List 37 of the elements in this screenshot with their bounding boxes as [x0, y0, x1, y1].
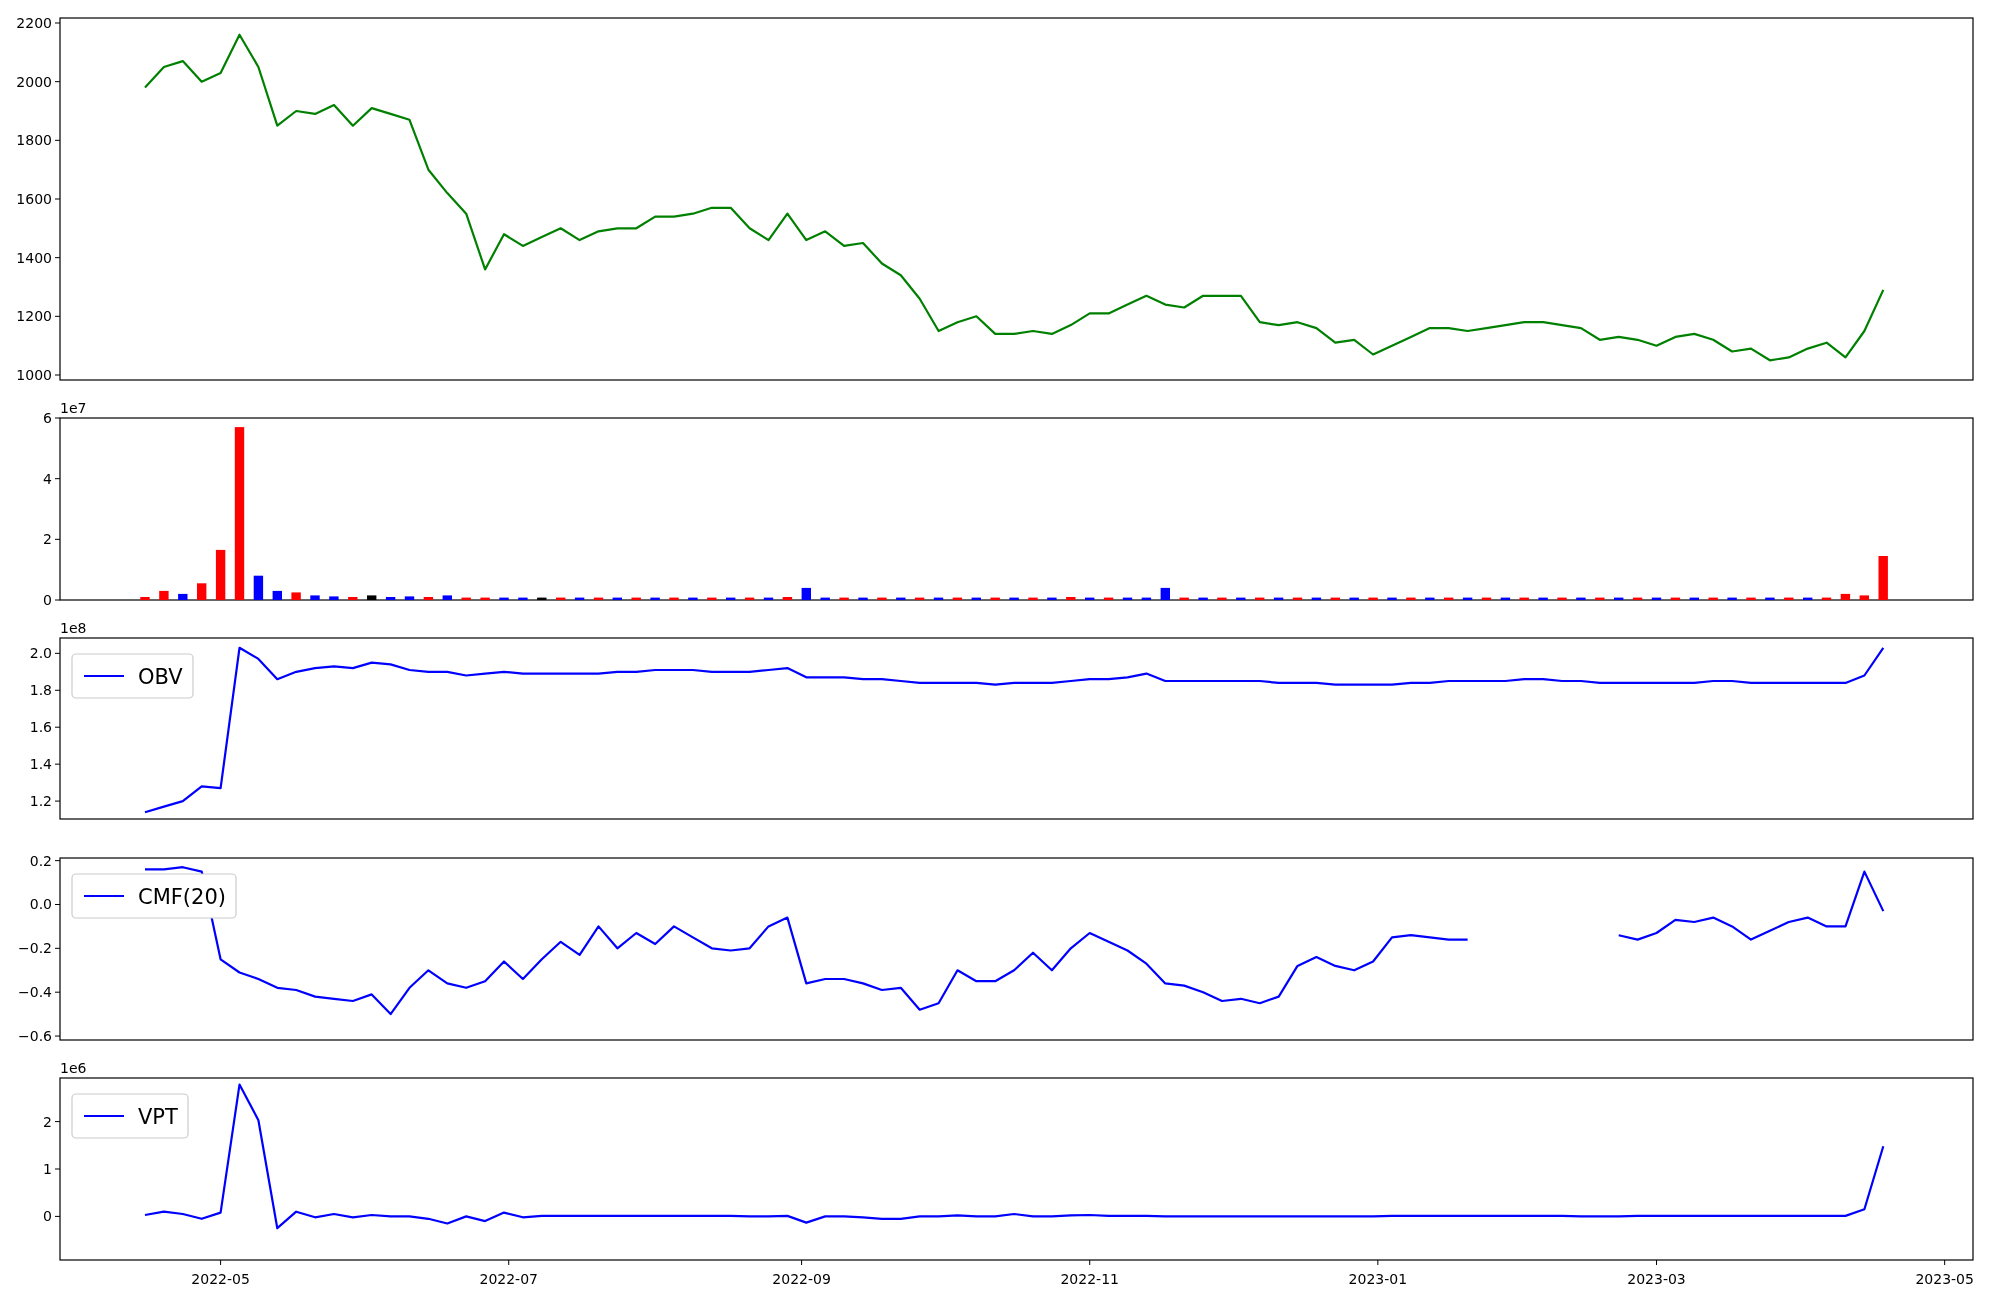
- tick-label: 2023-03: [1627, 1271, 1686, 1287]
- tick-label: 1.2: [29, 793, 52, 810]
- tick-label: 0: [43, 1208, 52, 1225]
- tick-label: 2000: [16, 73, 52, 90]
- legend-label: VPT: [138, 1105, 178, 1129]
- tick-label: 1800: [16, 132, 52, 149]
- tick-label: 6: [43, 410, 52, 426]
- tick-label: 2022-09: [772, 1271, 831, 1287]
- axis-offset-label: 1e7: [60, 400, 87, 416]
- tick-label: −0.6: [18, 1028, 52, 1045]
- tick-label: 4: [43, 470, 52, 487]
- tick-label: 1.6: [29, 719, 52, 736]
- legend-label: OBV: [138, 665, 183, 689]
- axis-offset-label: 1e8: [60, 620, 87, 636]
- tick-label: 0: [43, 592, 52, 608]
- tick-label: 1.8: [29, 682, 52, 699]
- legend-label: CMF(20): [138, 885, 226, 909]
- tick-label: 1000: [16, 367, 52, 383]
- tick-label: 2: [43, 531, 52, 548]
- tick-label: 2: [43, 1113, 52, 1130]
- tick-label: 2022-07: [479, 1271, 538, 1287]
- tick-label: 2.0: [29, 645, 52, 662]
- tick-label: 2023-05: [1915, 1271, 1974, 1287]
- tick-label: 2022-11: [1060, 1271, 1119, 1287]
- tick-label: 1200: [16, 308, 52, 325]
- tick-label: 1600: [16, 191, 52, 207]
- tick-label: 1.4: [29, 756, 52, 773]
- axis-offset-label: 1e6: [60, 1060, 87, 1076]
- tick-label: 1: [43, 1161, 52, 1177]
- tick-label: 0.0: [29, 896, 52, 913]
- tick-label: 1400: [16, 249, 52, 266]
- tick-label: 2200: [16, 15, 52, 31]
- tick-label: −0.4: [18, 984, 52, 1001]
- tick-label: 2022-05: [191, 1271, 250, 1287]
- tick-label: 2023-01: [1348, 1271, 1408, 1287]
- tick-label: 0.2: [29, 852, 52, 869]
- tick-label: −0.2: [18, 940, 52, 957]
